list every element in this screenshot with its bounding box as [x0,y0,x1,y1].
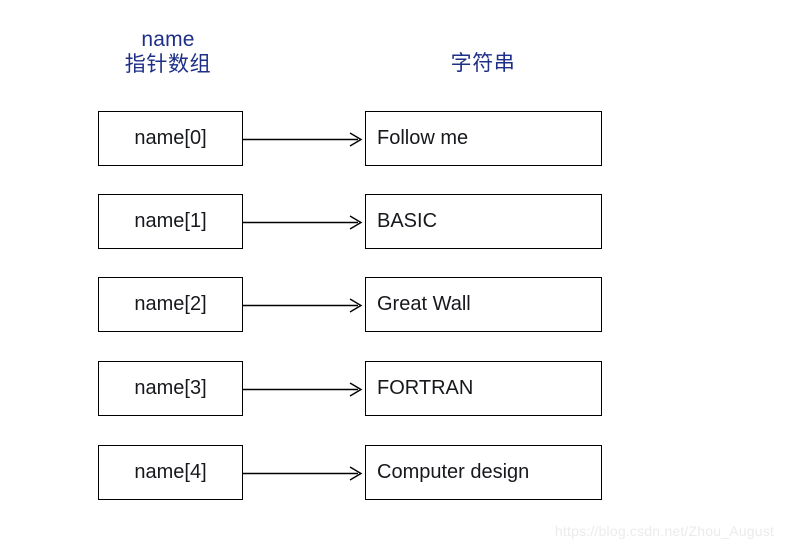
string-label: FORTRAN [377,377,474,399]
string-label: Computer design [377,461,530,483]
string-box: Computer design [365,445,602,500]
pointer-box: name[3] [98,361,243,416]
pointer-label: name[4] [134,461,207,483]
string-box: BASIC [365,194,602,249]
string-label: BASIC [377,210,438,232]
string-label: Follow me [377,127,469,149]
left-column-header: name 指针数组 [58,28,278,78]
pointer-array-diagram: name 指针数组 字符串 name[0] Follow me name[1] … [0,0,788,547]
pointer-label: name[3] [134,377,207,399]
diagram-row: name[1] BASIC [0,194,788,251]
diagram-row: name[3] FORTRAN [0,361,788,418]
pointer-box: name[4] [98,445,243,500]
pointer-box: name[2] [98,277,243,332]
pointer-arrow-icon [243,382,363,397]
string-box: Follow me [365,111,602,166]
diagram-row: name[4] Computer design [0,445,788,502]
pointer-box: name[1] [98,194,243,249]
string-box: FORTRAN [365,361,602,416]
left-column-header-chinese: 指针数组 [124,52,212,76]
watermark: https://blog.csdn.net/Zhou_August [554,523,774,539]
right-column-header-chinese: 字符串 [450,52,516,75]
diagram-row: name[0] Follow me [0,111,788,168]
diagram-row: name[2] Great Wall [0,277,788,334]
string-box: Great Wall [365,277,602,332]
pointer-arrow-icon [243,215,363,230]
right-column-header: 字符串 [365,52,601,77]
pointer-label: name[0] [134,127,207,149]
pointer-arrow-icon [243,466,363,481]
left-column-header-english: name [141,28,195,51]
pointer-box: name[0] [98,111,243,166]
pointer-label: name[1] [134,210,207,232]
pointer-arrow-icon [243,132,363,147]
string-label: Great Wall [377,293,471,315]
pointer-arrow-icon [243,298,363,313]
pointer-label: name[2] [134,293,207,315]
